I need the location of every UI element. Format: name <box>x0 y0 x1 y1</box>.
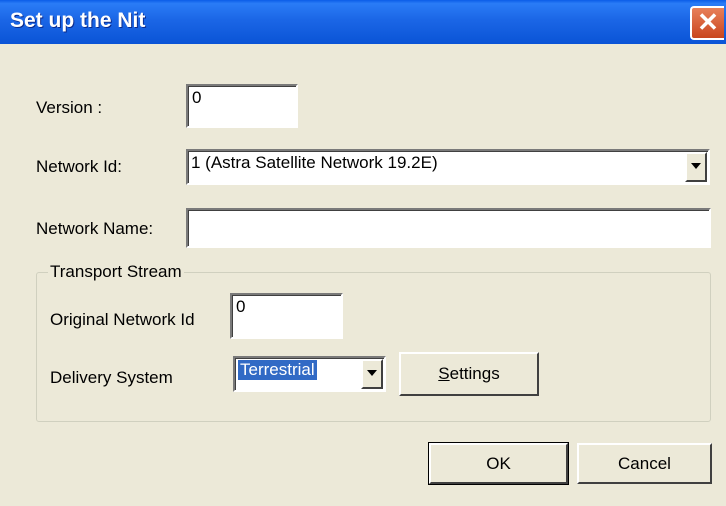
delivery-system-dropdown[interactable]: Terrestrial <box>233 356 386 392</box>
title-bar[interactable]: Set up the Nit ✕ <box>0 0 726 44</box>
settings-button[interactable]: Settings <box>399 352 539 396</box>
network-name-label: Network Name: <box>36 219 154 238</box>
chevron-down-icon[interactable] <box>361 359 383 389</box>
version-field[interactable]: 0 <box>186 84 298 128</box>
transport-stream-group-title: Transport Stream <box>48 262 184 282</box>
chevron-down-icon[interactable] <box>685 152 707 182</box>
network-id-dropdown[interactable]: 1 (Astra Satellite Network 19.2E) <box>186 149 710 185</box>
network-id-label: Network Id: <box>36 157 122 176</box>
delivery-system-label: Delivery System <box>50 368 173 387</box>
network-name-field[interactable] <box>186 208 711 248</box>
network-id-value: 1 (Astra Satellite Network 19.2E) <box>191 153 438 172</box>
version-label: Version : <box>36 98 103 117</box>
original-network-id-field[interactable]: 0 <box>230 293 343 339</box>
transport-stream-group <box>36 272 711 422</box>
delivery-system-value: Terrestrial <box>238 360 317 380</box>
original-network-id-label: Original Network Id <box>50 310 195 329</box>
window-title: Set up the Nit <box>10 9 146 32</box>
dialog-window: Set up the Nit ✕ Version : 0 Network Id:… <box>0 0 726 506</box>
cancel-button[interactable]: Cancel <box>577 443 712 484</box>
close-icon[interactable]: ✕ <box>690 6 724 40</box>
ok-button[interactable]: OK <box>428 442 569 485</box>
